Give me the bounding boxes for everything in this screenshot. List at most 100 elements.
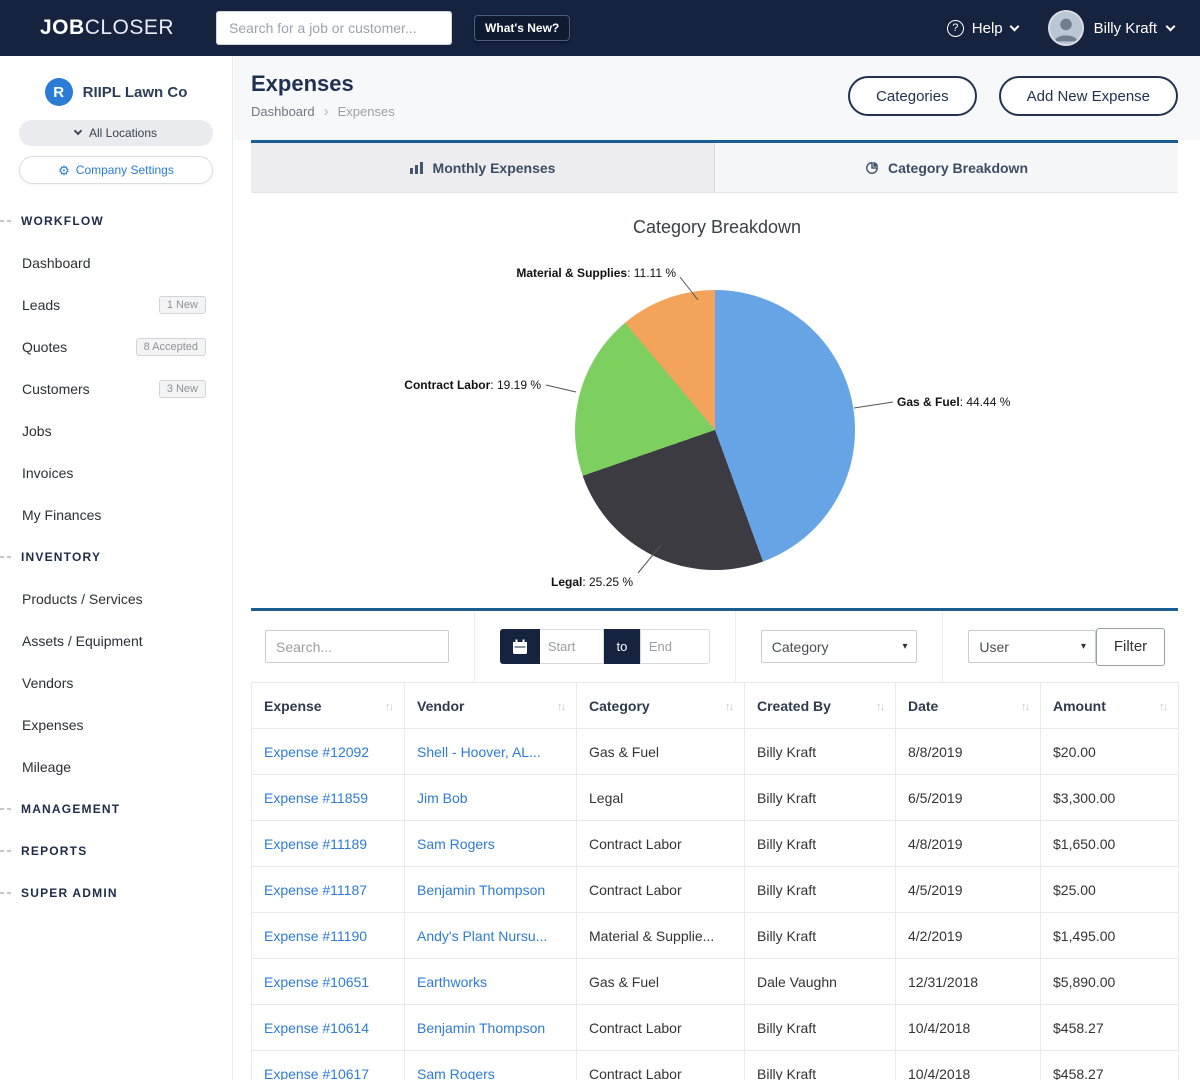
cell-date: 8/8/2019 <box>896 729 1041 775</box>
sidebar: R RIIPL Lawn Co All Locations ⚙ Company … <box>0 56 233 1080</box>
sidebar-section-reports[interactable]: REPORTS <box>0 830 232 872</box>
pie-label-gas-fuel: Gas & Fuel: 44.44 % <box>897 395 1010 409</box>
expense-link[interactable]: Expense #10617 <box>264 1066 369 1080</box>
sidebar-section-management[interactable]: MANAGEMENT <box>0 788 232 830</box>
categories-button[interactable]: Categories <box>848 76 977 116</box>
tab-monthly-expenses[interactable]: Monthly Expenses <box>251 143 714 192</box>
cell-created-by: Billy Kraft <box>745 729 896 775</box>
bar-chart-icon <box>410 162 424 174</box>
breadcrumb-dashboard[interactable]: Dashboard <box>251 104 315 119</box>
vendor-link[interactable]: Benjamin Thompson <box>417 1020 545 1036</box>
pie-label-contract-labor: Contract Labor: 19.19 % <box>404 378 541 392</box>
cell-created-by: Billy Kraft <box>745 1005 896 1051</box>
navbar-search-input[interactable] <box>216 11 452 45</box>
whats-new-button[interactable]: What's New? <box>474 15 570 41</box>
vendor-link[interactable]: Andy's Plant Nursu... <box>417 928 547 944</box>
expense-link[interactable]: Expense #10651 <box>264 974 369 990</box>
chevron-down-icon <box>74 127 82 135</box>
pie-chart[interactable] <box>575 290 855 570</box>
category-select[interactable]: Category ▾ <box>761 630 918 663</box>
help-menu[interactable]: ? Help <box>947 20 1018 37</box>
expense-link[interactable]: Expense #11189 <box>264 836 367 852</box>
sidebar-section-workflow[interactable]: WORKFLOW <box>0 200 232 242</box>
count-badge: 8 Accepted <box>136 338 206 356</box>
column-header-vendor[interactable]: ↑↓Vendor <box>405 683 577 729</box>
table-row: Expense #11187Benjamin ThompsonContract … <box>252 867 1179 913</box>
vendor-link[interactable]: Jim Bob <box>417 790 468 806</box>
sidebar-section-inventory[interactable]: INVENTORY <box>0 536 232 578</box>
column-header-date[interactable]: ↑↓Date <box>896 683 1041 729</box>
divider <box>735 611 736 682</box>
pie-chart-icon <box>865 161 879 175</box>
cell-category: Contract Labor <box>577 821 745 867</box>
company-name: RIIPL Lawn Co <box>83 84 188 101</box>
sidebar-item-mileage[interactable]: Mileage <box>0 746 232 788</box>
sidebar-item-vendors[interactable]: Vendors <box>0 662 232 704</box>
section-tick-icon <box>0 220 12 222</box>
expense-link[interactable]: Expense #10614 <box>264 1020 369 1036</box>
column-header-expense[interactable]: ↑↓Expense <box>252 683 405 729</box>
cell-category: Contract Labor <box>577 1051 745 1080</box>
cell-created-by: Billy Kraft <box>745 821 896 867</box>
sidebar-item-assets-equipment[interactable]: Assets / Equipment <box>0 620 232 662</box>
column-header-category[interactable]: ↑↓Category <box>577 683 745 729</box>
user-menu[interactable]: Billy Kraft <box>1048 10 1174 46</box>
filter-button[interactable]: Filter <box>1096 628 1165 666</box>
column-header-amount[interactable]: ↑↓Amount <box>1041 683 1179 729</box>
vendor-link[interactable]: Shell - Hoover, AL... <box>417 744 541 760</box>
cell-amount: $1,495.00 <box>1041 913 1179 959</box>
sidebar-item-invoices[interactable]: Invoices <box>0 452 232 494</box>
start-date-input[interactable] <box>540 629 604 664</box>
cell-category: Gas & Fuel <box>577 729 745 775</box>
end-date-input[interactable] <box>640 629 710 664</box>
caret-down-icon: ▾ <box>1081 641 1086 652</box>
locations-dropdown[interactable]: All Locations <box>19 120 213 146</box>
cell-expense: Expense #10617 <box>252 1051 405 1080</box>
sidebar-item-dashboard[interactable]: Dashboard <box>0 242 232 284</box>
app-logo[interactable]: JOBCLOSER <box>40 16 174 40</box>
chevron-down-icon <box>1166 21 1176 31</box>
table-search-input[interactable] <box>265 630 449 663</box>
sort-icon: ↑↓ <box>1159 701 1166 713</box>
sidebar-item-leads[interactable]: Leads1 New <box>0 284 232 326</box>
expense-link[interactable]: Expense #11859 <box>264 790 368 806</box>
vendor-link[interactable]: Earthworks <box>417 974 487 990</box>
vendor-link[interactable]: Sam Rogers <box>417 1066 495 1080</box>
add-new-expense-button[interactable]: Add New Expense <box>999 76 1178 116</box>
sidebar-item-quotes[interactable]: Quotes8 Accepted <box>0 326 232 368</box>
vendor-link[interactable]: Sam Rogers <box>417 836 495 852</box>
sidebar-item-customers[interactable]: Customers3 New <box>0 368 232 410</box>
cell-amount: $1,650.00 <box>1041 821 1179 867</box>
count-badge: 3 New <box>159 380 206 398</box>
sidebar-item-my-finances[interactable]: My Finances <box>0 494 232 536</box>
sidebar-item-expenses[interactable]: Expenses <box>0 704 232 746</box>
cell-created-by: Billy Kraft <box>745 1051 896 1080</box>
cell-amount: $3,300.00 <box>1041 775 1179 821</box>
cell-amount: $458.27 <box>1041 1005 1179 1051</box>
logo-text-bold: JOB <box>40 16 85 39</box>
calendar-button[interactable] <box>500 629 540 664</box>
expense-link[interactable]: Expense #11187 <box>264 882 367 898</box>
cell-vendor: Sam Rogers <box>405 821 577 867</box>
expense-link[interactable]: Expense #11190 <box>264 928 367 944</box>
cell-vendor: Benjamin Thompson <box>405 1005 577 1051</box>
cell-expense: Expense #11189 <box>252 821 405 867</box>
sidebar-section-super-admin[interactable]: SUPER ADMIN <box>0 872 232 914</box>
expense-link[interactable]: Expense #12092 <box>264 744 369 760</box>
cell-created-by: Billy Kraft <box>745 867 896 913</box>
company-settings-button[interactable]: ⚙ Company Settings <box>19 156 213 184</box>
logo-text-light: CLOSER <box>85 16 174 39</box>
section-tick-icon <box>0 808 12 810</box>
locations-label: All Locations <box>89 126 157 140</box>
tab-category-breakdown[interactable]: Category Breakdown <box>714 143 1178 192</box>
date-to-label: to <box>604 629 640 664</box>
cell-amount: $458.27 <box>1041 1051 1179 1080</box>
user-select[interactable]: User ▾ <box>968 630 1096 663</box>
vendor-link[interactable]: Benjamin Thompson <box>417 882 545 898</box>
cell-expense: Expense #12092 <box>252 729 405 775</box>
sidebar-item-jobs[interactable]: Jobs <box>0 410 232 452</box>
sidebar-item-products-services[interactable]: Products / Services <box>0 578 232 620</box>
cell-category: Contract Labor <box>577 1005 745 1051</box>
column-header-created-by[interactable]: ↑↓Created By <box>745 683 896 729</box>
pie-label-material-supplies: Material & Supplies: 11.11 % <box>516 266 676 280</box>
